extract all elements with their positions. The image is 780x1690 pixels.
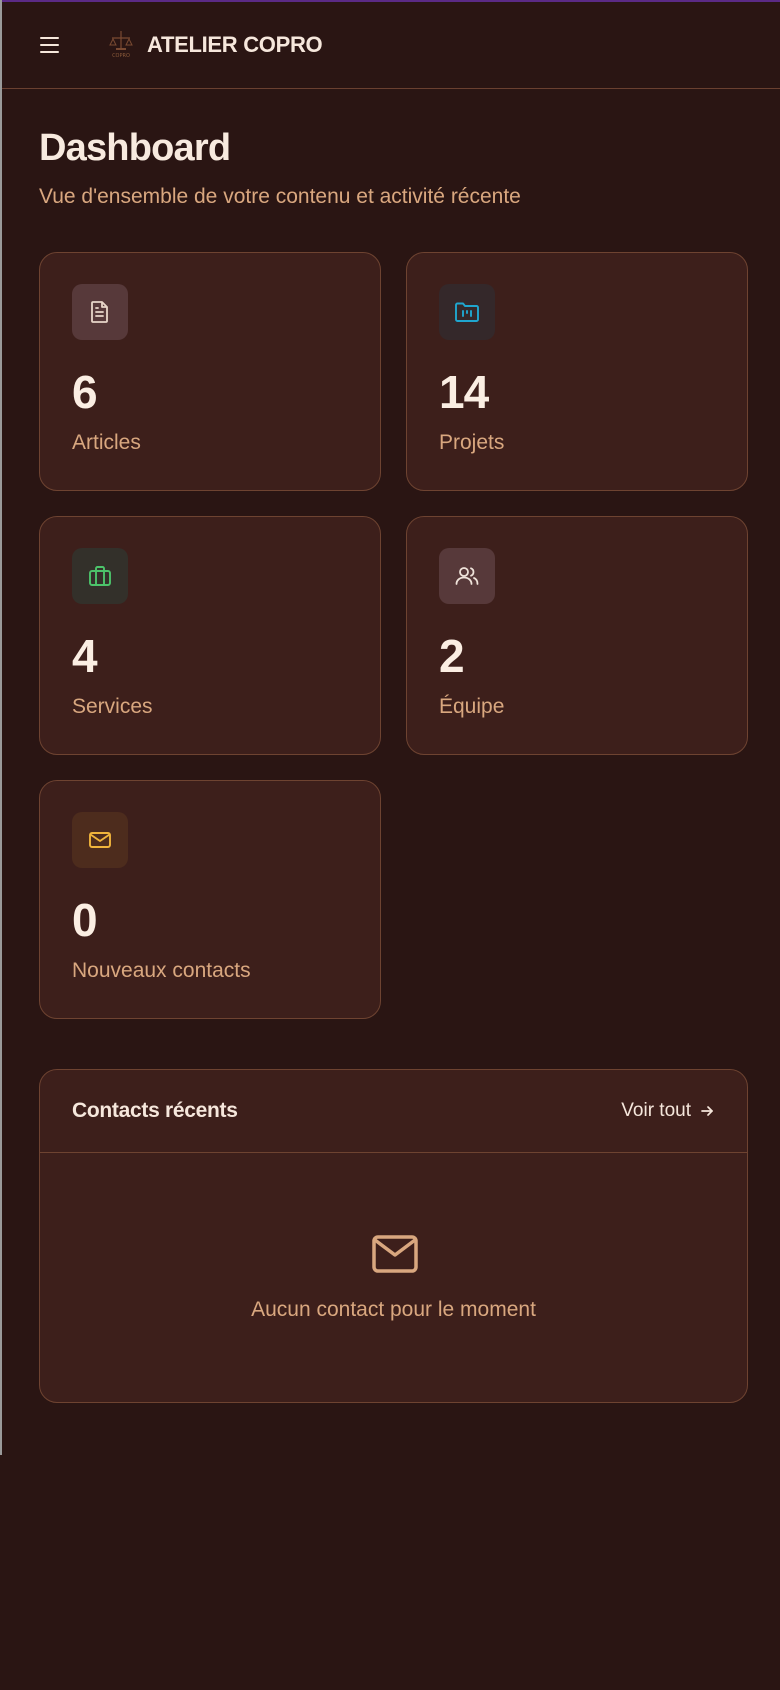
stat-card-equipe[interactable]: 2 Équipe [406,516,748,755]
stat-label: Services [72,695,153,718]
mail-icon [89,832,111,848]
stat-card-projets[interactable]: 14 Projets [406,252,748,491]
menu-icon [40,37,59,39]
stat-value: 14 [439,366,489,418]
stat-value: 2 [439,630,465,682]
stat-icon-box [439,548,495,604]
stat-label: Équipe [439,695,505,718]
empty-state-text: Aucun contact pour le moment [251,1298,536,1321]
document-icon [91,301,108,323]
stat-card-nouveaux-contacts[interactable]: 0 Nouveaux contacts [39,780,381,1019]
briefcase-icon [89,566,111,586]
view-all-label: Voir tout [621,1100,691,1121]
stat-value: 0 [72,894,98,946]
folder-kanban-icon [455,302,479,322]
stat-label: Articles [72,431,141,454]
mail-icon [372,1235,418,1273]
stat-label: Nouveaux contacts [72,959,251,982]
brand-title[interactable]: ATELIER COPRO [147,32,323,58]
users-icon [455,567,479,585]
logo-text: COPRO [112,53,130,59]
stat-label: Projets [439,431,505,454]
page-subtitle: Vue d'ensemble de votre contenu et activ… [39,185,521,208]
stat-card-articles[interactable]: 6 Articles [39,252,381,491]
stat-icon-box [72,284,128,340]
recent-contacts-panel: Contacts récents Voir tout Aucun contact… [39,1069,748,1403]
stat-card-services[interactable]: 4 Services [39,516,381,755]
panel-header: Contacts récents Voir tout [40,1070,747,1153]
window-left-edge [0,0,2,1455]
stat-icon-box [439,284,495,340]
brand-logo[interactable]: COPRO [104,28,138,60]
stat-icon-box [72,812,128,868]
panel-title: Contacts récents [72,1099,238,1122]
stat-icon-box [72,548,128,604]
page-title: Dashboard [39,127,231,169]
top-bar: COPRO ATELIER COPRO [2,2,780,89]
arrow-right-icon [701,1106,713,1116]
stat-value: 4 [72,630,98,682]
hamburger-menu-button[interactable] [40,32,66,58]
view-all-link[interactable]: Voir tout [621,1100,715,1122]
stat-value: 6 [72,366,98,418]
